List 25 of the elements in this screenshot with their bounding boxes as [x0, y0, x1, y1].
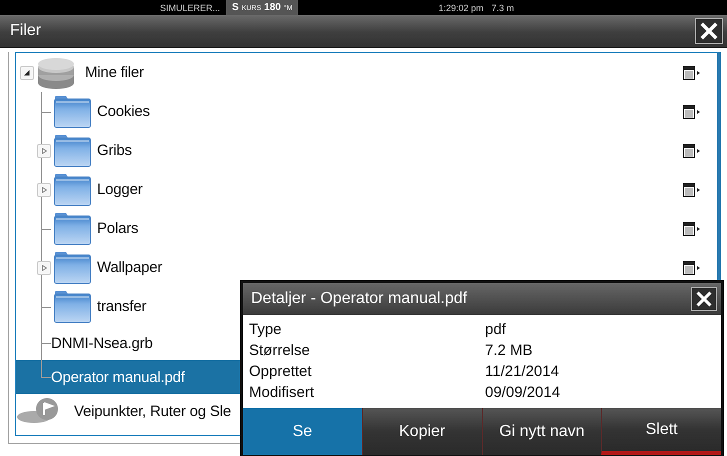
heading-value: 180 [264, 1, 281, 15]
clock-time: 1:29:02 pm [438, 2, 484, 12]
property-value: 09/09/2014 [485, 383, 560, 403]
item-name: Cookies [97, 103, 150, 120]
item-name: transfer [97, 298, 146, 315]
property-label: Størrelse [249, 341, 311, 361]
item-name: Mine filer [85, 64, 144, 81]
window-title: Filer [10, 22, 42, 40]
property-value: pdf [485, 320, 506, 340]
item-name: Wallpaper [97, 259, 162, 276]
simulator-label: SIMULERER... [160, 2, 220, 12]
property-label: Opprettet [249, 362, 313, 382]
property-value: 7.2 MB [485, 341, 533, 361]
item-name: Logger [97, 181, 143, 198]
item-name: Veipunkter, Ruter og Sle [74, 402, 231, 420]
depth-reading: 7.3 m [492, 2, 514, 12]
property-label: Modifisert [249, 383, 316, 403]
item-name: Gribs [97, 142, 132, 159]
heading-prefix: S [232, 1, 239, 15]
item-name: Operator manual.pdf [51, 368, 185, 386]
property-label: Type [249, 320, 283, 340]
dialog-title: Detaljer - Operator manual.pdf [251, 290, 468, 308]
item-name: DNMI-Nsea.grb [51, 334, 153, 352]
item-name: Polars [97, 220, 138, 237]
property-value: 11/21/2014 [485, 362, 559, 382]
